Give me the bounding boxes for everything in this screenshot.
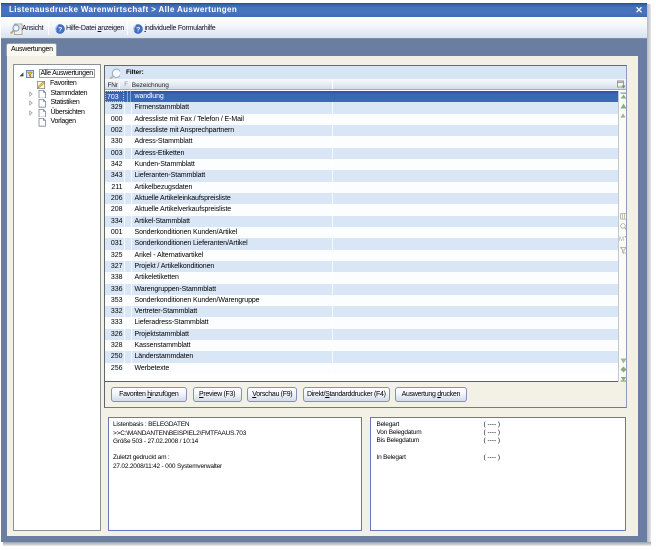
svg-text:?: ? — [58, 26, 62, 33]
svg-text:M: M — [619, 237, 624, 242]
svg-text:?: ? — [136, 26, 140, 33]
